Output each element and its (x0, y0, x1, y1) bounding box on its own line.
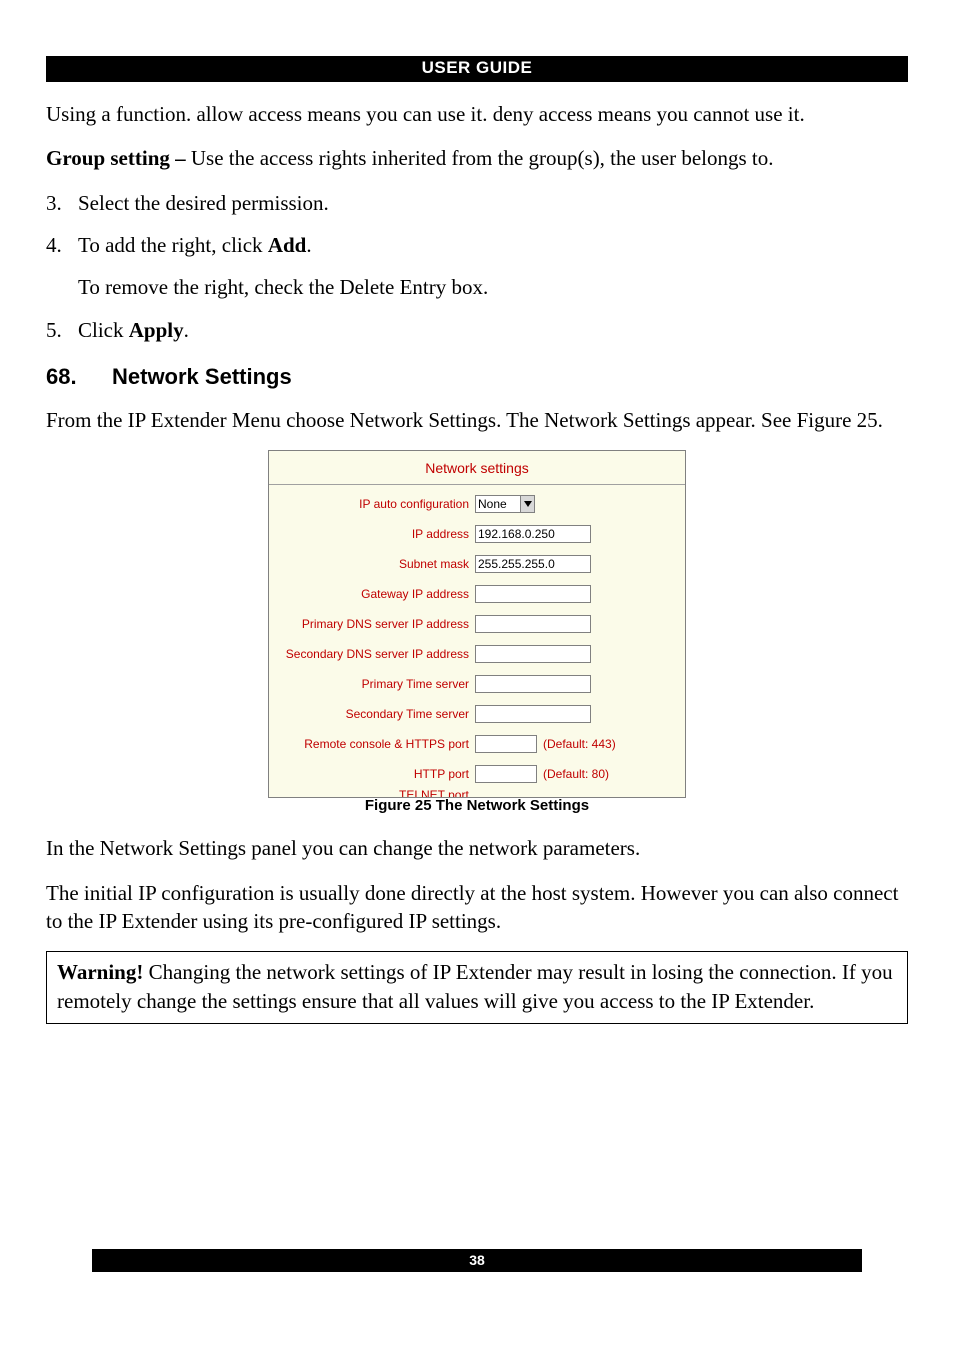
step-text: Click (78, 318, 129, 342)
network-settings-panel: Network settings IP auto configuration N… (268, 450, 686, 798)
after-figure-paragraph-1: In the Network Settings panel you can ch… (46, 834, 908, 862)
label-https-port: Remote console & HTTPS port (275, 736, 475, 752)
row-https-port: Remote console & HTTPS port (Default: 44… (275, 735, 679, 753)
row-gateway: Gateway IP address (275, 585, 679, 603)
add-keyword: Add (268, 233, 307, 257)
secondary-dns-input[interactable] (475, 645, 591, 663)
step-text-tail: . (184, 318, 189, 342)
section-heading: 68. Network Settings (46, 362, 908, 392)
label-ip-address: IP address (275, 526, 475, 542)
group-setting-label: Group setting – (46, 146, 191, 170)
warning-box: Warning! Changing the network settings o… (46, 951, 908, 1024)
label-primary-time: Primary Time server (275, 676, 475, 692)
label-http-port: HTTP port (275, 766, 475, 782)
apply-keyword: Apply (129, 318, 184, 342)
row-primary-time: Primary Time server (275, 675, 679, 693)
intro-paragraph: Using a function. allow access means you… (46, 100, 908, 128)
group-setting-text: Use the access rights inherited from the… (191, 146, 774, 170)
secondary-time-input[interactable] (475, 705, 591, 723)
footer-bar: 38 (92, 1249, 862, 1272)
panel-title: Network settings (269, 451, 685, 485)
row-secondary-dns: Secondary DNS server IP address (275, 645, 679, 663)
row-http-port: HTTP port (Default: 80) (275, 765, 679, 783)
section-intro: From the IP Extender Menu choose Network… (46, 406, 908, 434)
http-default-hint: (Default: 80) (537, 766, 679, 782)
subnet-input[interactable] (475, 555, 591, 573)
step-number: 3. (46, 189, 78, 217)
row-ip-address: IP address (275, 525, 679, 543)
after-figure-paragraph-2: The initial IP configuration is usually … (46, 879, 908, 936)
steps-list: 3. Select the desired permission. 4. To … (46, 189, 908, 344)
https-port-input[interactable] (475, 735, 537, 753)
warning-text: Changing the network settings of IP Exte… (57, 960, 893, 1012)
label-subnet: Subnet mask (275, 556, 475, 572)
label-secondary-dns: Secondary DNS server IP address (275, 646, 475, 662)
figure-caption: Figure 25 The Network Settings (46, 796, 908, 816)
http-port-input[interactable] (475, 765, 537, 783)
step-subtext: To remove the right, check the Delete En… (78, 273, 908, 301)
step-text-tail: . (306, 233, 311, 257)
gateway-input[interactable] (475, 585, 591, 603)
step-text: To add the right, click (78, 233, 268, 257)
label-primary-dns: Primary DNS server IP address (275, 616, 475, 632)
primary-time-input[interactable] (475, 675, 591, 693)
header-bar: USER GUIDE (46, 56, 908, 82)
label-secondary-time: Secondary Time server (275, 706, 475, 722)
section-number: 68. (46, 362, 112, 392)
group-setting-paragraph: Group setting – Use the access rights in… (46, 144, 908, 172)
row-secondary-time: Secondary Time server (275, 705, 679, 723)
ip-address-input[interactable] (475, 525, 591, 543)
row-primary-dns: Primary DNS server IP address (275, 615, 679, 633)
section-title-text: Network Settings (112, 362, 292, 392)
step-number: 4. (46, 231, 78, 302)
primary-dns-input[interactable] (475, 615, 591, 633)
row-ip-auto: IP auto configuration None (275, 495, 679, 513)
label-ip-auto: IP auto configuration (275, 496, 475, 512)
ip-auto-select[interactable]: None (475, 495, 535, 513)
step-text: Select the desired permission. (78, 189, 908, 217)
figure: Network settings IP auto configuration N… (46, 450, 908, 816)
ip-auto-select-value: None (476, 496, 520, 512)
label-gateway: Gateway IP address (275, 586, 475, 602)
warning-label: Warning! (57, 960, 149, 984)
step-number: 5. (46, 316, 78, 344)
https-default-hint: (Default: 443) (537, 736, 679, 752)
row-subnet: Subnet mask (275, 555, 679, 573)
chevron-down-icon[interactable] (520, 496, 534, 512)
telnet-row-cutoff: TELNET port (269, 787, 685, 797)
